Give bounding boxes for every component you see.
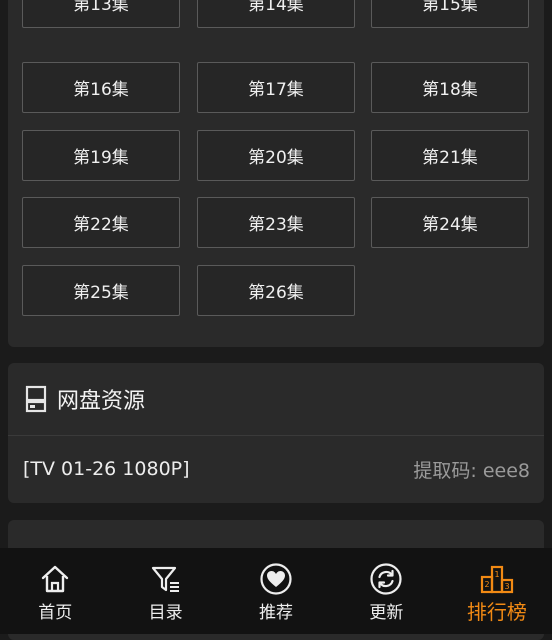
home-icon bbox=[42, 565, 69, 593]
tab-updates-label: 更新 bbox=[369, 603, 404, 623]
tab-home[interactable]: 首页 bbox=[0, 548, 110, 634]
episode-18-button[interactable]: 第18集 bbox=[371, 62, 529, 113]
tab-catalog-label: 目录 bbox=[148, 603, 183, 623]
episode-25-button[interactable]: 第25集 bbox=[22, 265, 180, 316]
cloud-drive-title: 网盘资源 bbox=[57, 389, 146, 414]
episode-list-panel: 第13集 第14集 第15集 第16集 第17集 第18集 第19集 第20集 … bbox=[8, 0, 544, 347]
tab-ranking-label: 排行榜 bbox=[466, 600, 527, 624]
episode-17-button[interactable]: 第17集 bbox=[197, 62, 355, 113]
episode-15-button[interactable]: 第15集 bbox=[371, 0, 529, 28]
tab-catalog[interactable]: 目录 bbox=[110, 548, 220, 634]
cloud-drive-panel: 网盘资源 [TV 01-26 1080P] 提取码: eee8 bbox=[8, 363, 544, 503]
episode-21-button[interactable]: 第21集 bbox=[371, 130, 529, 181]
episode-20-button[interactable]: 第20集 bbox=[197, 130, 355, 181]
episode-16-button[interactable]: 第16集 bbox=[22, 62, 180, 113]
refresh-icon bbox=[370, 563, 403, 595]
filter-icon bbox=[151, 566, 179, 592]
episode-23-button[interactable]: 第23集 bbox=[197, 197, 355, 248]
episode-26-button[interactable]: 第26集 bbox=[197, 265, 355, 316]
svg-text:1: 1 bbox=[494, 570, 499, 579]
svg-text:2: 2 bbox=[484, 580, 489, 589]
tab-ranking[interactable]: 2 1 3 排行榜 bbox=[442, 548, 552, 634]
cloud-drive-item: [TV 01-26 1080P] 提取码: eee8 bbox=[8, 436, 544, 502]
heart-icon bbox=[260, 563, 292, 595]
episode-19-button[interactable]: 第19集 bbox=[22, 130, 180, 181]
tab-updates[interactable]: 更新 bbox=[331, 548, 441, 634]
episode-13-button[interactable]: 第13集 bbox=[22, 0, 180, 28]
episode-22-button[interactable]: 第22集 bbox=[22, 197, 180, 248]
hard-drive-icon bbox=[25, 385, 47, 413]
extraction-code: 提取码: eee8 bbox=[413, 459, 530, 482]
svg-text:3: 3 bbox=[504, 582, 509, 591]
cloud-drive-link[interactable]: [TV 01-26 1080P] bbox=[23, 458, 190, 480]
tab-home-label: 首页 bbox=[38, 603, 73, 623]
tab-recommend-label: 推荐 bbox=[259, 603, 294, 623]
podium-icon: 2 1 3 bbox=[480, 565, 513, 594]
bottom-tab-bar: 首页 目录 推荐 更新 2 1 3 排行榜 bbox=[0, 548, 552, 634]
episode-14-button[interactable]: 第14集 bbox=[197, 0, 355, 28]
tab-recommend[interactable]: 推荐 bbox=[221, 548, 331, 634]
cloud-drive-header: 网盘资源 bbox=[8, 363, 544, 436]
episode-24-button[interactable]: 第24集 bbox=[371, 197, 529, 248]
